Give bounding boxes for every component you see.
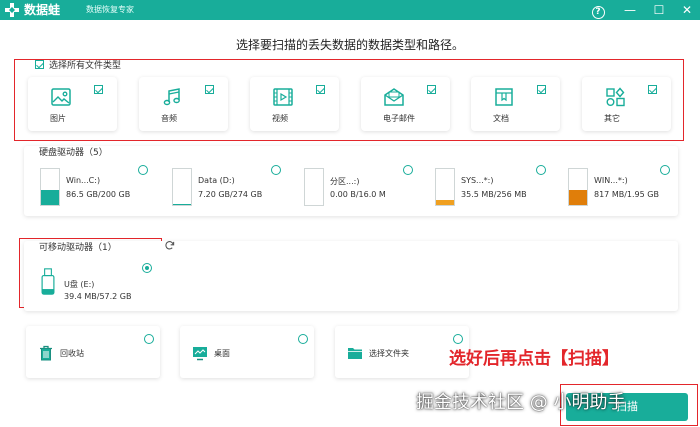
file-type-label: 视频 bbox=[272, 114, 288, 123]
minimize-button[interactable]: — bbox=[621, 1, 639, 19]
app-subtitle: 数据恢复专家 bbox=[86, 5, 134, 14]
drive-usage-bar bbox=[40, 168, 60, 206]
checkbox-icon[interactable] bbox=[648, 85, 657, 94]
hard-drive-title: 硬盘驱动器（5） bbox=[39, 148, 108, 158]
drive-radio[interactable] bbox=[271, 165, 281, 175]
file-type-document[interactable]: 文档 bbox=[471, 77, 560, 131]
checkbox-icon[interactable] bbox=[205, 85, 214, 94]
drive-name: 分区...:) bbox=[330, 177, 360, 186]
drive-size: 39.4 MB/57.2 GB bbox=[64, 292, 132, 301]
usb-drive-radio[interactable] bbox=[142, 263, 152, 273]
drive-name: Data (D:) bbox=[198, 176, 235, 185]
drive-item[interactable]: WIN...*:) 817 MB/1.95 GB bbox=[568, 168, 698, 212]
drive-usage-bar bbox=[172, 168, 192, 206]
drive-usage-bar bbox=[435, 168, 455, 206]
file-type-video[interactable]: 视频 bbox=[250, 77, 339, 131]
drive-name: SYS...*:) bbox=[461, 176, 494, 185]
help-icon: ? bbox=[591, 6, 605, 19]
drive-size: 817 MB/1.95 GB bbox=[594, 190, 659, 199]
logo-icon bbox=[5, 3, 19, 17]
checkbox-icon bbox=[35, 60, 44, 69]
drive-usage-fill bbox=[569, 190, 587, 205]
drive-usage-fill bbox=[436, 199, 454, 205]
select-all-checkbox[interactable]: 选择所有文件类型 bbox=[35, 58, 121, 71]
location-desktop[interactable]: 桌面 bbox=[180, 326, 314, 378]
checkbox-icon[interactable] bbox=[94, 85, 103, 94]
file-type-label: 文档 bbox=[493, 114, 509, 123]
checkbox-icon[interactable] bbox=[537, 85, 546, 94]
checkbox-icon[interactable] bbox=[427, 85, 436, 94]
drive-name: Win...C:) bbox=[66, 176, 101, 185]
drive-usage-bar bbox=[304, 168, 324, 206]
title-bar: 数据蛙 数据恢复专家 ? — ☐ ✕ bbox=[0, 0, 700, 20]
location-label: 回收站 bbox=[60, 349, 84, 358]
file-type-label: 音频 bbox=[161, 114, 177, 123]
drive-usage-fill bbox=[41, 189, 59, 205]
video-icon bbox=[273, 88, 293, 106]
file-type-other[interactable]: 其它 bbox=[582, 77, 671, 131]
watermark: 掘金技术社区 @ 小明助手 bbox=[416, 392, 626, 413]
trash-icon bbox=[40, 345, 52, 361]
drive-item[interactable]: Data (D:) 7.20 GB/274 GB bbox=[172, 168, 302, 212]
location-label: 选择文件夹 bbox=[369, 349, 409, 358]
drive-size: 86.5 GB/200 GB bbox=[66, 190, 131, 199]
location-radio[interactable] bbox=[144, 334, 154, 344]
drive-name: WIN...*:) bbox=[594, 176, 628, 185]
close-button[interactable]: ✕ bbox=[678, 1, 696, 19]
drive-radio[interactable] bbox=[536, 165, 546, 175]
other-icon bbox=[606, 87, 625, 107]
drive-size: 7.20 GB/274 GB bbox=[198, 190, 263, 199]
maximize-button[interactable]: ☐ bbox=[650, 1, 668, 19]
drive-item[interactable]: 分区...:) 0.00 B/16.0 M bbox=[304, 168, 434, 212]
drive-radio[interactable] bbox=[138, 165, 148, 175]
file-type-audio[interactable]: 音频 bbox=[139, 77, 228, 131]
folder-icon bbox=[348, 348, 362, 359]
drive-radio[interactable] bbox=[660, 165, 670, 175]
file-type-label: 图片 bbox=[50, 114, 66, 123]
drive-usage-fill bbox=[173, 203, 191, 205]
page-instruction: 选择要扫描的丢失数据的数据类型和路径。 bbox=[235, 38, 464, 52]
checkbox-icon[interactable] bbox=[316, 85, 325, 94]
help-button[interactable]: ? bbox=[589, 1, 607, 19]
drive-size: 35.5 MB/256 MB bbox=[461, 190, 527, 199]
drive-size: 0.00 B/16.0 M bbox=[330, 190, 386, 199]
usb-drive-icon bbox=[41, 268, 55, 295]
music-icon bbox=[163, 88, 180, 106]
drive-item[interactable]: SYS...*:) 35.5 MB/256 MB bbox=[435, 168, 565, 212]
file-type-label: 其它 bbox=[604, 114, 620, 123]
location-label: 桌面 bbox=[214, 349, 230, 358]
mail-icon bbox=[384, 88, 404, 106]
document-icon bbox=[495, 88, 513, 106]
refresh-icon[interactable] bbox=[164, 240, 175, 251]
instruction-annotation: 选好后再点击【扫描】 bbox=[449, 349, 619, 369]
file-type-email[interactable]: 电子邮件 bbox=[361, 77, 450, 131]
app-name: 数据蛙 bbox=[24, 3, 61, 17]
drive-usage-bar bbox=[568, 168, 588, 206]
location-radio[interactable] bbox=[298, 334, 308, 344]
drive-item[interactable]: Win...C:) 86.5 GB/200 GB bbox=[40, 168, 170, 212]
file-type-label: 电子邮件 bbox=[383, 114, 415, 123]
select-all-label: 选择所有文件类型 bbox=[49, 61, 122, 71]
location-radio[interactable] bbox=[453, 334, 463, 344]
file-type-image[interactable]: 图片 bbox=[28, 77, 117, 131]
drive-radio[interactable] bbox=[403, 165, 413, 175]
image-icon bbox=[51, 88, 71, 106]
drive-name: U盘 (E:) bbox=[64, 280, 95, 289]
removable-drive-title: 可移动驱动器（1） bbox=[39, 243, 117, 253]
desktop-icon bbox=[193, 347, 207, 361]
location-recycle-bin[interactable]: 回收站 bbox=[26, 326, 160, 378]
